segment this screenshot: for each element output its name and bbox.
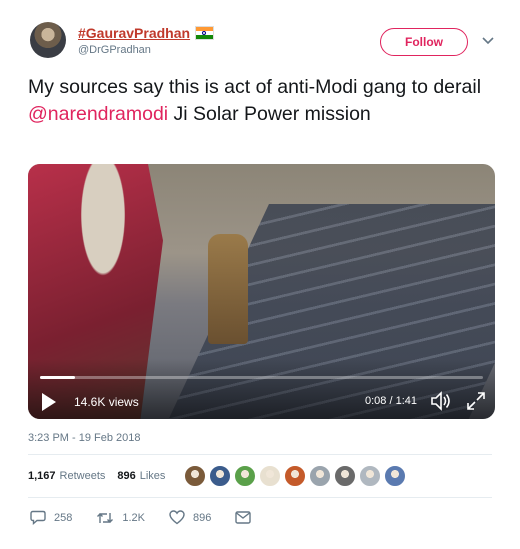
liker-avatar[interactable] bbox=[259, 465, 281, 487]
envelope-icon bbox=[235, 511, 252, 524]
likes-count: 896 bbox=[117, 470, 136, 482]
retweet-button[interactable]: 1.2K bbox=[96, 511, 145, 525]
retweet-count: 1.2K bbox=[122, 511, 145, 524]
divider bbox=[28, 454, 492, 455]
reply-button[interactable]: 258 bbox=[30, 510, 72, 525]
like-button[interactable]: 896 bbox=[169, 510, 211, 525]
tweet-actions: 258 1.2K 896 bbox=[30, 510, 283, 525]
volume-icon[interactable] bbox=[430, 390, 454, 412]
display-name[interactable]: #GauravPradhan bbox=[78, 25, 190, 41]
reply-count: 258 bbox=[54, 511, 73, 524]
author-name-row[interactable]: #GauravPradhan bbox=[78, 25, 215, 41]
heart-icon bbox=[169, 510, 185, 525]
liker-avatar[interactable] bbox=[359, 465, 381, 487]
video-controls-shade bbox=[28, 359, 495, 419]
tweet-stats: 1,167 Retweets 896 Likes bbox=[28, 470, 177, 482]
tweet-text: My sources say this is act of anti-Modi … bbox=[28, 74, 498, 128]
chevron-down-icon[interactable] bbox=[482, 34, 494, 48]
video-player[interactable]: 14.6K views 0:08 / 1:41 bbox=[28, 164, 495, 419]
likes-label: Likes bbox=[139, 470, 166, 482]
video-progress-bar[interactable] bbox=[40, 376, 483, 379]
profile-avatar[interactable] bbox=[30, 22, 66, 58]
user-handle[interactable]: @DrGPradhan bbox=[78, 44, 151, 56]
liker-avatar[interactable] bbox=[284, 465, 306, 487]
liker-avatar[interactable] bbox=[209, 465, 231, 487]
liker-avatar[interactable] bbox=[334, 465, 356, 487]
video-time: 0:08 / 1:41 bbox=[365, 395, 417, 407]
fullscreen-icon[interactable] bbox=[466, 391, 486, 411]
liker-avatars bbox=[184, 465, 409, 487]
follow-button[interactable]: Follow bbox=[380, 28, 468, 56]
retweet-icon bbox=[97, 512, 114, 523]
video-frame-worker bbox=[208, 234, 248, 344]
likes-stat[interactable]: 896 Likes bbox=[117, 470, 165, 482]
reply-icon bbox=[30, 510, 46, 525]
tweet-text-before: My sources say this is act of anti-Modi … bbox=[28, 76, 482, 98]
direct-message-button[interactable] bbox=[235, 511, 259, 524]
view-count: 14.6K views bbox=[74, 395, 139, 409]
liker-avatar[interactable] bbox=[234, 465, 256, 487]
retweets-label: Retweets bbox=[59, 470, 106, 482]
india-flag-icon bbox=[195, 26, 215, 40]
play-icon[interactable] bbox=[42, 393, 56, 411]
like-count: 896 bbox=[193, 511, 212, 524]
divider bbox=[28, 497, 492, 498]
retweets-stat[interactable]: 1,167 Retweets bbox=[28, 470, 105, 482]
liker-avatar[interactable] bbox=[309, 465, 331, 487]
liker-avatar[interactable] bbox=[384, 465, 406, 487]
retweets-count: 1,167 bbox=[28, 470, 56, 482]
tweet-timestamp[interactable]: 3:23 PM - 19 Feb 2018 bbox=[28, 432, 141, 444]
video-progress-fill bbox=[40, 376, 76, 379]
tweet-text-after: Ji Solar Power mission bbox=[168, 103, 371, 125]
mention-link[interactable]: @narendramodi bbox=[28, 103, 168, 125]
liker-avatar[interactable] bbox=[184, 465, 206, 487]
